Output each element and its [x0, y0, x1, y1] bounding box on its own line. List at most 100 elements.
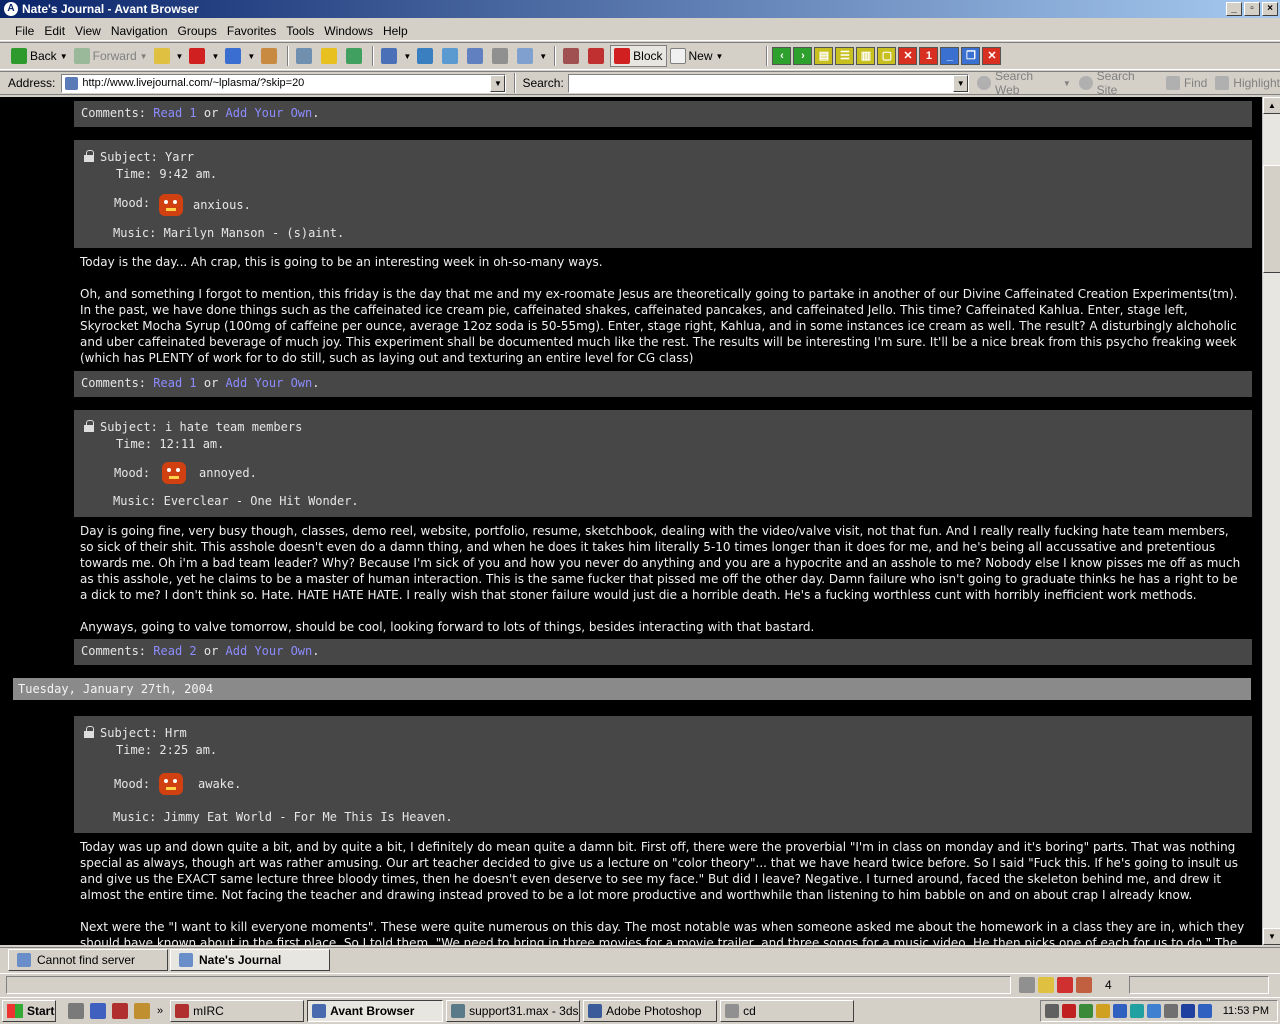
add-comment-link[interactable]: Add Your Own: [226, 376, 313, 390]
refresh-button[interactable]: ▼: [222, 45, 258, 67]
quicklaunch-browser-icon[interactable]: [90, 1003, 106, 1019]
read-comments-link[interactable]: Read 1: [153, 106, 196, 120]
task-avant-browser[interactable]: Avant Browser: [307, 1000, 444, 1022]
entry-time: Time: 2:25 am.: [116, 743, 218, 757]
chevron-down-icon[interactable]: ▼: [176, 52, 184, 61]
comments-bar: Comments: Read 1 or Add Your Own.: [74, 371, 1252, 397]
tray-app-icon[interactable]: [1096, 1004, 1110, 1018]
close-window-button[interactable]: ×: [1262, 2, 1278, 16]
vertical-scrollbar[interactable]: ▲ ▼: [1262, 97, 1280, 945]
chevron-down-icon[interactable]: ▼: [140, 52, 148, 61]
new-button[interactable]: New ▼: [667, 45, 727, 67]
search-button[interactable]: [293, 45, 318, 67]
task-cd[interactable]: cd: [720, 1000, 855, 1022]
messenger-button[interactable]: ▼: [514, 45, 550, 67]
tray-app-icon[interactable]: [1113, 1004, 1127, 1018]
start-button[interactable]: Start: [2, 1000, 56, 1022]
chevron-down-icon[interactable]: ▼: [60, 52, 68, 61]
home-button[interactable]: [258, 45, 283, 67]
scroll-down-icon[interactable]: ▼: [1263, 928, 1280, 945]
tray-app-icon[interactable]: [1130, 1004, 1144, 1018]
search-dropdown[interactable]: ▼: [953, 74, 969, 92]
add-comment-link[interactable]: Add Your Own: [226, 644, 313, 658]
new-page-icon: [669, 48, 686, 64]
volume-icon[interactable]: [1045, 1004, 1059, 1018]
menu-file[interactable]: File: [10, 24, 39, 38]
tray-app-icon[interactable]: [1181, 1004, 1195, 1018]
tab-nates-journal[interactable]: Nate's Journal: [170, 949, 330, 971]
address-dropdown[interactable]: ▼: [490, 74, 506, 92]
close-tab-icon[interactable]: ✕: [982, 47, 1002, 65]
menu-view[interactable]: View: [70, 24, 106, 38]
menu-groups[interactable]: Groups: [173, 24, 222, 38]
favorites-button[interactable]: [318, 45, 343, 67]
up-button[interactable]: ▼: [151, 45, 187, 67]
chevron-down-icon[interactable]: ▼: [716, 52, 724, 61]
single-window-icon[interactable]: ▢: [877, 47, 897, 65]
minimize-button[interactable]: _: [1226, 2, 1242, 16]
add-comment-link[interactable]: Add Your Own: [226, 106, 313, 120]
task-photoshop[interactable]: Adobe Photoshop: [583, 1000, 718, 1022]
mail-button[interactable]: [464, 45, 489, 67]
read-comments-link[interactable]: Read 1: [153, 376, 196, 390]
quicklaunch-tool-icon[interactable]: [134, 1003, 150, 1019]
font-button[interactable]: [414, 45, 439, 67]
read-comments-link[interactable]: Read 2: [153, 644, 196, 658]
chevron-down-icon[interactable]: ▼: [247, 52, 255, 61]
chevron-down-icon[interactable]: ▼: [1063, 79, 1071, 88]
task-mirc[interactable]: mIRC: [170, 1000, 305, 1022]
minimize-tab-icon[interactable]: _: [940, 47, 960, 65]
back-button[interactable]: Back ▼: [8, 45, 71, 67]
quicklaunch-app-icon[interactable]: [112, 1003, 128, 1019]
menu-favorites[interactable]: Favorites: [222, 24, 281, 38]
scroll-up-icon[interactable]: ▲: [1263, 97, 1280, 114]
cascade-icon[interactable]: ▤: [814, 47, 834, 65]
flash-block-button[interactable]: [585, 45, 610, 67]
chevron-down-icon[interactable]: ▼: [211, 52, 219, 61]
menu-edit[interactable]: Edit: [39, 24, 70, 38]
address-input[interactable]: http://www.livejournal.com/~lplasma/?ski…: [61, 73, 507, 93]
close-badge[interactable]: 1: [919, 47, 939, 65]
task-3dsmax[interactable]: support31.max - 3ds...: [446, 1000, 581, 1022]
menu-navigation[interactable]: Navigation: [106, 24, 173, 38]
image-button[interactable]: [560, 45, 585, 67]
find-button[interactable]: Find: [1165, 76, 1207, 90]
encoding-button[interactable]: [439, 45, 464, 67]
previous-tab-icon[interactable]: ‹: [772, 47, 792, 65]
quicklaunch-more-icon[interactable]: »: [157, 1005, 163, 1017]
menu-help[interactable]: Help: [378, 24, 413, 38]
entry-body: Day is going fine, very busy though, cla…: [74, 517, 1252, 639]
entry-subject: Subject: i hate team members: [100, 420, 303, 434]
tile-horizontal-icon[interactable]: ☰: [835, 47, 855, 65]
highlight-button[interactable]: Highlight: [1215, 76, 1280, 90]
menu-tools[interactable]: Tools: [281, 24, 319, 38]
chevron-down-icon[interactable]: ▼: [539, 52, 547, 61]
search-input[interactable]: ▼: [567, 73, 970, 93]
restore-button[interactable]: ▫: [1244, 2, 1260, 16]
toolbar-separator: [554, 46, 557, 66]
next-tab-icon[interactable]: ›: [793, 47, 813, 65]
tab-cannot-find-server[interactable]: Cannot find server: [8, 949, 168, 971]
entry-mood: annoyed.: [199, 466, 257, 480]
tray-app-icon[interactable]: [1198, 1004, 1212, 1018]
forward-button[interactable]: Forward ▼: [71, 45, 151, 67]
print-button[interactable]: [489, 45, 514, 67]
ati-icon[interactable]: [1062, 1004, 1076, 1018]
search-site-button[interactable]: Search Site: [1078, 69, 1158, 97]
network-connection-icon[interactable]: [1147, 1004, 1161, 1018]
popup-block-button[interactable]: Block: [610, 45, 667, 67]
tray-app-icon[interactable]: [1164, 1004, 1178, 1018]
restore-tab-icon[interactable]: ❐: [961, 47, 981, 65]
scroll-thumb[interactable]: [1263, 165, 1280, 273]
view-button[interactable]: ▼: [378, 45, 414, 67]
tray-app-icon[interactable]: [1079, 1004, 1093, 1018]
tile-vertical-icon[interactable]: ▥: [856, 47, 876, 65]
history-button[interactable]: [343, 45, 368, 67]
show-desktop-icon[interactable]: [68, 1003, 84, 1019]
chevron-down-icon[interactable]: ▼: [403, 52, 411, 61]
menu-windows[interactable]: Windows: [319, 24, 378, 38]
lock-status-icon: [1038, 976, 1054, 993]
close-all-icon[interactable]: ✕: [898, 47, 918, 65]
search-web-button[interactable]: Search Web ▼: [977, 69, 1071, 97]
stop-button[interactable]: ▼: [186, 45, 222, 67]
